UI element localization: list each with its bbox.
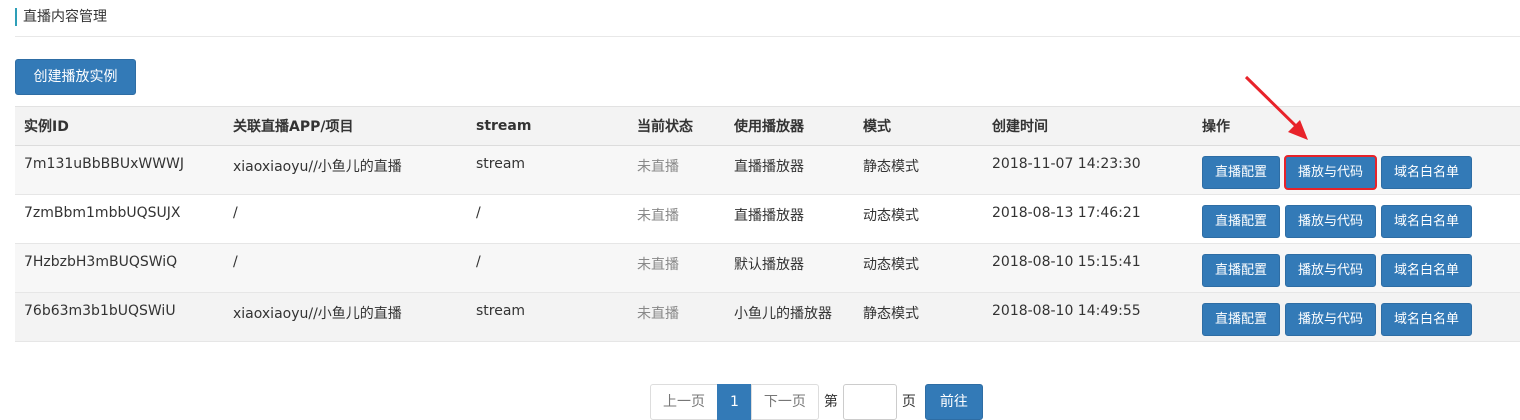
cell-stream: / — [467, 194, 628, 244]
cell-mode: 动态模式 — [854, 243, 983, 293]
page-suffix-label: 页 — [901, 394, 916, 410]
cell-instance-id: 7zmBbm1mbbUQSUJX — [15, 194, 224, 244]
cell-player: 直播播放器 — [725, 145, 854, 195]
col-header-actions: 操作 — [1193, 106, 1520, 146]
cell-app: / — [224, 243, 467, 293]
table-row: 7m131uBbBBUxWWWJ xiaoxiaoyu//小鱼儿的直播 stre… — [15, 145, 1520, 195]
table-header-row: 实例ID 关联直播APP/项目 stream 当前状态 使用播放器 模式 创建时… — [15, 106, 1520, 146]
cell-mode: 静态模式 — [854, 145, 983, 195]
cell-status: 未直播 — [628, 292, 725, 342]
cell-actions: 直播配置 播放与代码 域名白名单 — [1193, 194, 1520, 244]
cell-created-time: 2018-08-10 15:15:41 — [983, 243, 1193, 293]
instance-table: 实例ID 关联直播APP/项目 stream 当前状态 使用播放器 模式 创建时… — [15, 106, 1520, 342]
domain-whitelist-button[interactable]: 域名白名单 — [1381, 156, 1473, 189]
cell-actions: 直播配置 播放与代码 域名白名单 — [1193, 243, 1520, 293]
table-row: 76b63m3b1bUQSWiU xiaoxiaoyu//小鱼儿的直播 stre… — [15, 292, 1520, 342]
play-and-code-button[interactable]: 播放与代码 — [1284, 155, 1378, 190]
col-header-created-time: 创建时间 — [983, 106, 1193, 146]
col-header-app-project: 关联直播APP/项目 — [224, 106, 467, 146]
cell-status: 未直播 — [628, 194, 725, 244]
cell-instance-id: 7m131uBbBBUxWWWJ — [15, 145, 224, 195]
live-config-button[interactable]: 直播配置 — [1202, 205, 1281, 238]
play-and-code-button[interactable]: 播放与代码 — [1285, 254, 1377, 287]
col-header-instance-id: 实例ID — [15, 106, 224, 146]
cell-instance-id: 7HzbzbH3mBUQSWiQ — [15, 243, 224, 293]
next-page-button[interactable]: 下一页 — [750, 384, 819, 420]
live-config-button[interactable]: 直播配置 — [1202, 254, 1281, 287]
cell-player: 默认播放器 — [725, 243, 854, 293]
play-and-code-button[interactable]: 播放与代码 — [1285, 205, 1377, 238]
cell-app: / — [224, 194, 467, 244]
go-to-page-button[interactable]: 前往 — [924, 384, 983, 420]
table-row: 7zmBbm1mbbUQSUJX / / 未直播 直播播放器 动态模式 2018… — [15, 194, 1520, 244]
domain-whitelist-button[interactable]: 域名白名单 — [1381, 205, 1473, 238]
domain-whitelist-button[interactable]: 域名白名单 — [1381, 254, 1473, 287]
cell-status: 未直播 — [628, 243, 725, 293]
page-title: 直播内容管理 — [15, 8, 1513, 26]
cell-stream: / — [467, 243, 628, 293]
col-header-mode: 模式 — [854, 106, 983, 146]
col-header-stream: stream — [467, 106, 628, 146]
cell-actions: 直播配置 播放与代码 域名白名单 — [1193, 145, 1520, 195]
cell-stream: stream — [467, 145, 628, 195]
cell-created-time: 2018-08-10 14:49:55 — [983, 292, 1193, 342]
cell-mode: 静态模式 — [854, 292, 983, 342]
cell-instance-id: 76b63m3b1bUQSWiU — [15, 292, 224, 342]
table-row: 7HzbzbH3mBUQSWiQ / / 未直播 默认播放器 动态模式 2018… — [15, 243, 1520, 293]
page-prefix-label: 第 — [823, 394, 838, 410]
prev-page-button[interactable]: 上一页 — [650, 384, 718, 420]
header-divider — [15, 36, 1520, 37]
page-number-input[interactable] — [842, 384, 897, 420]
live-config-button[interactable]: 直播配置 — [1202, 303, 1281, 336]
cell-app: xiaoxiaoyu//小鱼儿的直播 — [224, 145, 467, 195]
cell-player: 小鱼儿的播放器 — [725, 292, 854, 342]
cell-stream: stream — [467, 292, 628, 342]
cell-actions: 直播配置 播放与代码 域名白名单 — [1193, 292, 1520, 342]
cell-mode: 动态模式 — [854, 194, 983, 244]
cell-status: 未直播 — [628, 145, 725, 195]
cell-app: xiaoxiaoyu//小鱼儿的直播 — [224, 292, 467, 342]
live-config-button[interactable]: 直播配置 — [1202, 156, 1281, 189]
cell-created-time: 2018-08-13 17:46:21 — [983, 194, 1193, 244]
create-player-instance-button[interactable]: 创建播放实例 — [15, 59, 136, 95]
cell-player: 直播播放器 — [725, 194, 854, 244]
page-number-current[interactable]: 1 — [717, 384, 752, 420]
pagination: 上一页 1 下一页 第 页 前往 — [650, 384, 983, 420]
col-header-player: 使用播放器 — [725, 106, 854, 146]
cell-created-time: 2018-11-07 14:23:30 — [983, 145, 1193, 195]
domain-whitelist-button[interactable]: 域名白名单 — [1381, 303, 1473, 336]
col-header-status: 当前状态 — [628, 106, 725, 146]
play-and-code-button[interactable]: 播放与代码 — [1285, 303, 1377, 336]
